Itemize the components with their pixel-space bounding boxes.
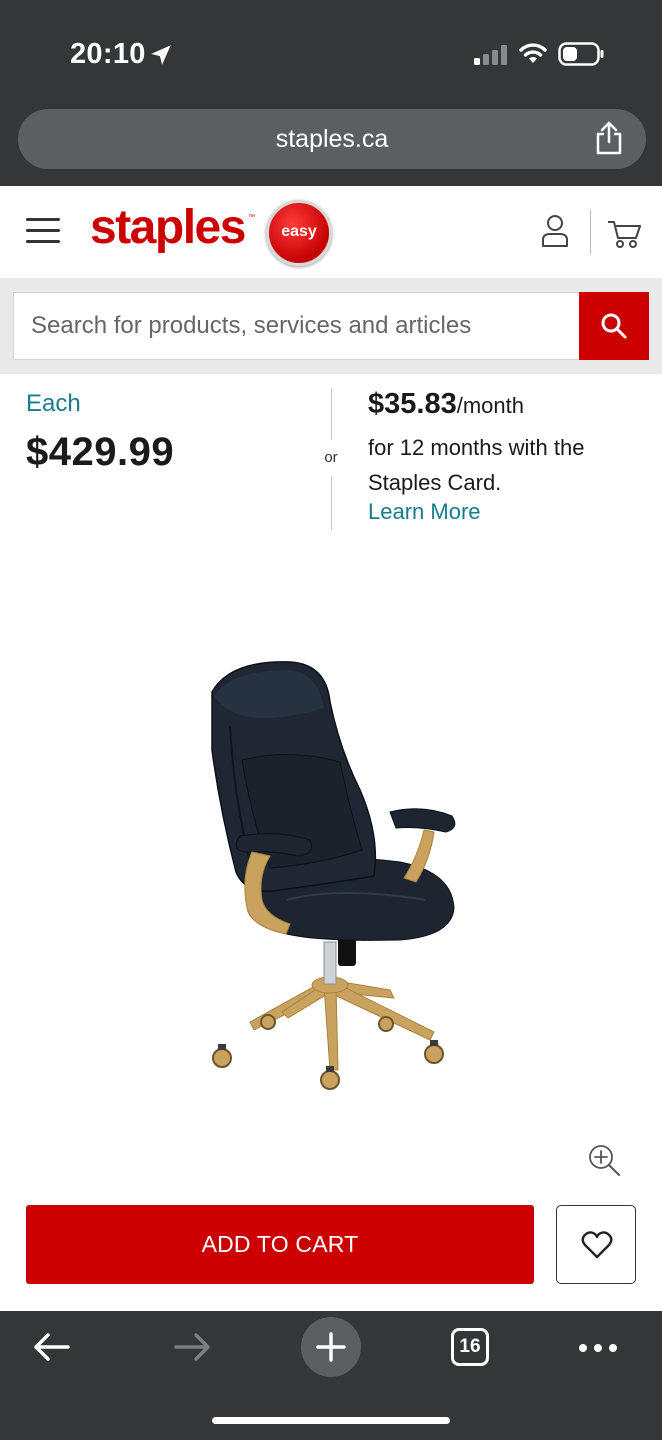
zoom-in-icon[interactable] (586, 1142, 622, 1178)
tabs-icon[interactable]: 16 (451, 1328, 489, 1366)
price-divider-bottom (331, 476, 332, 530)
browser-top-chrome: 20:10 staples.ca (0, 0, 662, 186)
monthly-unit: /month (456, 393, 524, 418)
finance-text: for 12 months with the Staples Card. (368, 435, 585, 495)
wifi-icon (519, 43, 547, 63)
location-arrow-icon (151, 45, 171, 65)
signal-icon (474, 45, 507, 65)
status-time: 20:10 (70, 38, 146, 70)
product-price: $429.99 (26, 430, 175, 474)
share-icon[interactable] (594, 121, 624, 155)
search-button[interactable] (579, 292, 649, 360)
office-chair-image[interactable] (190, 650, 470, 1100)
logo-trademark: ™ (248, 214, 255, 221)
url-text: staples.ca (275, 125, 389, 153)
learn-more-link[interactable]: Learn More (368, 499, 481, 525)
plus-icon (316, 1332, 346, 1362)
cart-icon[interactable] (606, 214, 642, 248)
add-to-cart-button[interactable]: ADD TO CART (26, 1205, 534, 1284)
heart-icon (581, 1231, 613, 1259)
address-bar[interactable]: staples.ca (18, 109, 646, 169)
menu-icon[interactable] (26, 218, 60, 244)
search-icon (601, 313, 627, 339)
monthly-amount: $35.83 (368, 388, 457, 420)
price-divider-top (331, 388, 332, 440)
or-label: or (324, 449, 338, 466)
site-header: staples ™ easy (0, 186, 662, 278)
each-label: Each (26, 390, 81, 417)
home-indicator[interactable] (212, 1417, 450, 1424)
search-input[interactable] (13, 292, 579, 360)
staples-logo[interactable]: staples (90, 200, 246, 255)
easy-button-label: easy (281, 223, 317, 240)
account-icon[interactable] (540, 214, 570, 248)
more-icon[interactable] (578, 1343, 618, 1353)
battery-icon (558, 42, 604, 66)
search-bar (0, 278, 662, 374)
wishlist-button[interactable] (556, 1205, 636, 1284)
easy-button[interactable]: easy (266, 200, 332, 266)
new-tab-button[interactable] (301, 1317, 361, 1377)
forward-arrow-icon[interactable] (172, 1329, 212, 1365)
header-divider (590, 210, 591, 254)
back-arrow-icon[interactable] (32, 1329, 72, 1365)
monthly-price: $35.83/month (368, 388, 524, 421)
